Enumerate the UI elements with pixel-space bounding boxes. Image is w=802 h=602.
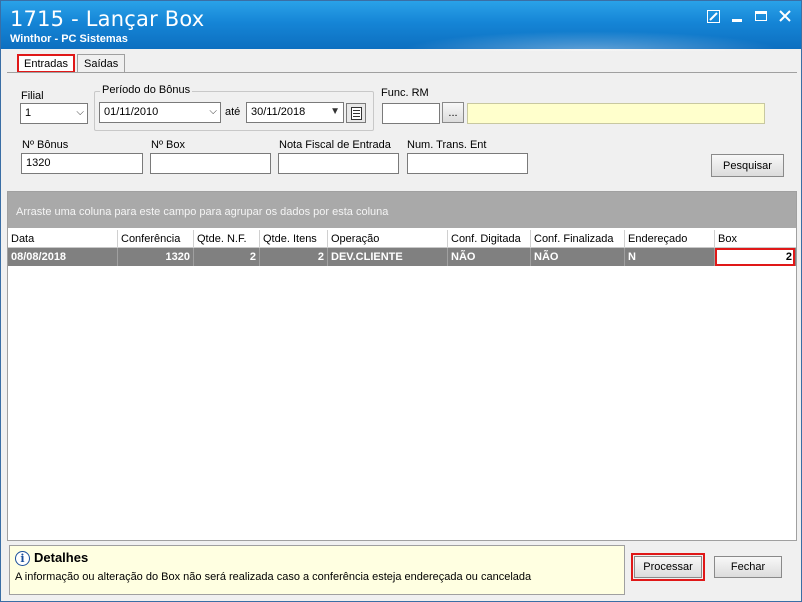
cell-data[interactable]: 08/08/2018 [8, 248, 118, 266]
col-header-operacao[interactable]: Operação [328, 230, 448, 248]
calendar-icon[interactable] [346, 103, 366, 123]
date-to-field[interactable]: 30/11/2018 ▼ [246, 102, 344, 123]
fechar-button[interactable]: Fechar [714, 556, 782, 578]
date-from-field[interactable]: 01/11/2010 ⌵ [99, 102, 221, 123]
details-text: A informação ou alteração do Box não ser… [15, 571, 532, 583]
tab-saidas[interactable]: Saídas [77, 54, 126, 73]
cell-qtde-nf[interactable]: 2 [194, 248, 260, 266]
nota-fiscal-input[interactable] [278, 153, 399, 174]
window-title: 1715 - Lançar Box [10, 7, 205, 31]
func-rm-label: Func. RM [381, 87, 429, 99]
nbonus-input[interactable]: 1320 [21, 153, 143, 174]
title-bar: 1715 - Lançar Box Winthor - PC Sistemas [1, 1, 801, 51]
tab-divider [7, 72, 797, 73]
nbox-input[interactable] [150, 153, 271, 174]
col-header-conferencia[interactable]: Conferência [118, 230, 194, 248]
col-header-box[interactable]: Box [715, 230, 795, 248]
cell-conf-finalizada[interactable]: NÃO [531, 248, 625, 266]
col-header-conf-digitada[interactable]: Conf. Digitada [448, 230, 531, 248]
minimize-button[interactable] [729, 9, 745, 23]
nota-fiscal-label: Nota Fiscal de Entrada [279, 139, 391, 151]
func-rm-name-field [467, 103, 765, 124]
window-controls [705, 9, 793, 23]
cell-enderecado[interactable]: N [625, 248, 715, 266]
filial-value: 1 [25, 107, 32, 119]
maximize-button[interactable] [753, 9, 769, 23]
col-header-enderecado[interactable]: Endereçado [625, 230, 715, 248]
cell-conferencia[interactable]: 1320 [118, 248, 194, 266]
main-window: 1715 - Lançar Box Winthor - PC Sistemas … [0, 0, 802, 602]
table-row[interactable]: 08/08/2018 1320 2 2 DEV.CLIENTE NÃO NÃO … [8, 248, 796, 266]
chevron-down-icon: ⌵ [209, 106, 217, 117]
col-header-conf-finalizada[interactable]: Conf. Finalizada [531, 230, 625, 248]
details-panel: i Detalhes A informação ou alteração do … [9, 545, 625, 595]
details-title: Detalhes [34, 550, 89, 565]
cell-operacao[interactable]: DEV.CLIENTE [328, 248, 448, 266]
chevron-down-icon: ⌵ [76, 107, 84, 118]
window-subtitle: Winthor - PC Sistemas [10, 33, 128, 45]
tab-entradas[interactable]: Entradas [17, 54, 76, 73]
func-rm-input[interactable] [382, 103, 440, 124]
edit-icon[interactable] [705, 9, 721, 23]
close-button[interactable] [777, 9, 793, 23]
col-header-qtde-nf[interactable]: Qtde. N.F. [194, 230, 260, 248]
group-by-panel[interactable]: Arraste uma coluna para este campo para … [8, 192, 796, 228]
col-header-qtde-itens[interactable]: Qtde. Itens [260, 230, 328, 248]
filial-select[interactable]: 1 ⌵ [20, 103, 88, 124]
tab-strip: Entradas Saídas [17, 54, 127, 73]
cell-box-editor[interactable]: 2 [715, 248, 795, 266]
cell-conf-digitada[interactable]: NÃO [448, 248, 531, 266]
nbox-label: Nº Box [151, 139, 185, 151]
num-trans-input[interactable] [407, 153, 528, 174]
title-bar-decoration [401, 31, 781, 51]
filial-label: Filial [21, 90, 44, 102]
periodo-label: Período do Bônus [100, 84, 193, 96]
pesquisar-button[interactable]: Pesquisar [711, 154, 784, 177]
col-header-data[interactable]: Data [8, 230, 118, 248]
processar-button[interactable]: Processar [631, 553, 705, 581]
date-from-value: 01/11/2010 [104, 106, 159, 118]
cell-qtde-itens[interactable]: 2 [260, 248, 328, 266]
num-trans-label: Num. Trans. Ent [407, 139, 487, 151]
ate-label: até [225, 106, 241, 118]
chevron-down-icon: ▼ [330, 106, 340, 117]
grid-header: Data Conferência Qtde. N.F. Qtde. Itens … [8, 230, 796, 248]
func-rm-lookup-button[interactable]: ... [442, 102, 464, 123]
date-to-value: 30/11/2018 [251, 106, 306, 118]
nbonus-label: Nº Bônus [22, 139, 69, 151]
info-icon: i [15, 551, 30, 566]
results-grid: Arraste uma coluna para este campo para … [7, 191, 797, 541]
